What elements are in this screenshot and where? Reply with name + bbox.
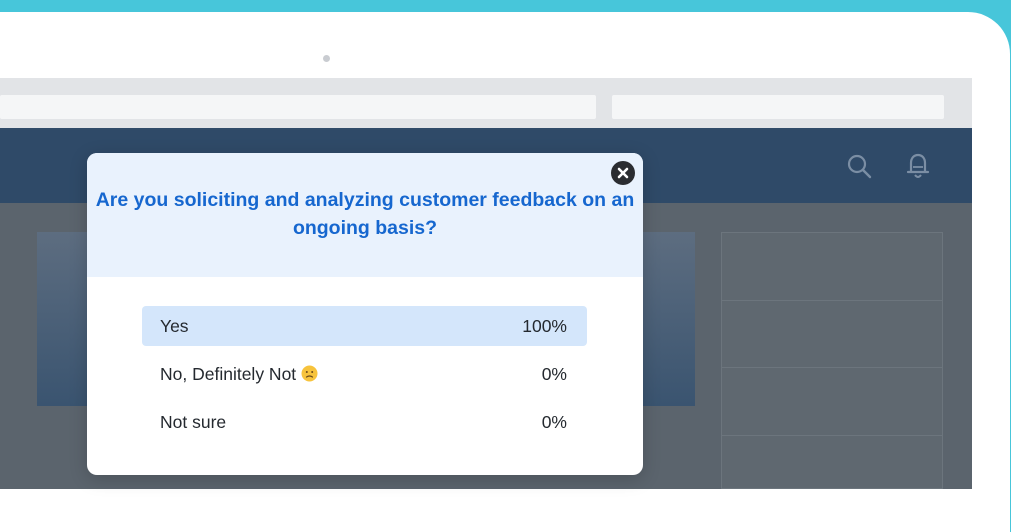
survey-header: Are you soliciting and analyzing custome… (87, 153, 643, 277)
answer-label: No, Definitely Not (160, 364, 318, 387)
answer-percent: 0% (541, 412, 567, 432)
survey-popup: Are you soliciting and analyzing custome… (87, 153, 643, 475)
answer-not-sure[interactable]: Not sure 0% (142, 402, 587, 442)
answer-percent: 0% (541, 364, 567, 384)
answer-label: Yes (160, 316, 189, 336)
bell-icon[interactable] (904, 151, 932, 181)
browser-search-field[interactable] (612, 95, 944, 119)
address-bar[interactable] (0, 95, 596, 119)
close-icon[interactable] (611, 161, 635, 185)
search-icon[interactable] (845, 151, 873, 181)
side-panel-divider (722, 435, 942, 436)
answer-percent: 100% (522, 316, 567, 336)
side-panel-divider (722, 300, 942, 301)
camera-dot (323, 55, 330, 62)
answer-yes[interactable]: Yes 100% (142, 306, 587, 346)
confused-face-icon (301, 365, 318, 387)
answer-label: Not sure (160, 412, 227, 432)
survey-question: Are you soliciting and analyzing custome… (95, 189, 635, 239)
answer-no[interactable]: No, Definitely Not 0% (142, 354, 587, 394)
side-panel-divider (722, 367, 942, 368)
dashboard-side-panel (721, 232, 943, 489)
